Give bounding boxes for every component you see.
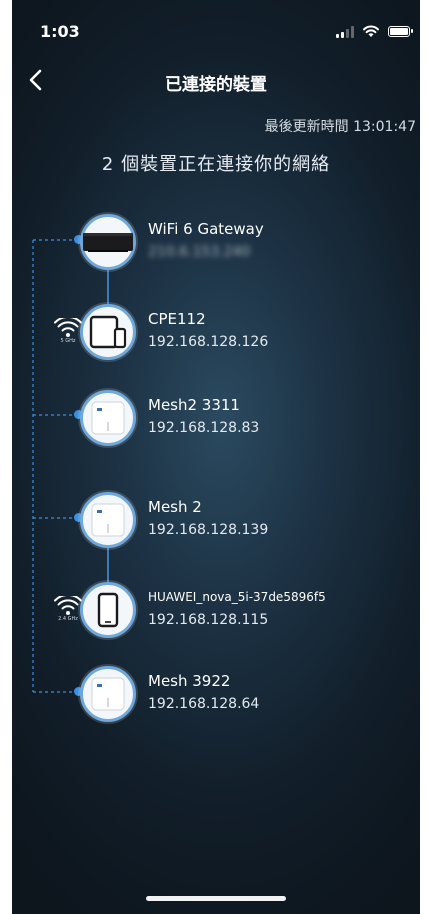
mesh-node-icon: [91, 503, 125, 537]
device-ip: 192.168.128.139: [148, 522, 269, 538]
device-avatar: [80, 214, 136, 270]
wifi-5ghz-badge: 5 GHz: [54, 316, 82, 348]
device-name: HUAWEI_nova_5i-37de5896f5: [148, 590, 326, 604]
device-name: Mesh2 3311: [148, 396, 240, 414]
tablet-phone-icon: [89, 315, 127, 349]
wifi-band-label: 5 GHz: [60, 338, 76, 344]
wifi-band-label: 2.4 GHz: [58, 616, 78, 622]
device-mesh-2[interactable]: Mesh 2 192.168.128.139: [80, 492, 410, 552]
device-wifi6-gateway[interactable]: WiFi 6 Gateway 210.6.153.240: [80, 214, 410, 274]
smartphone-icon: [97, 592, 119, 628]
device-mesh-3922[interactable]: Mesh 3922 192.168.128.64: [80, 666, 410, 726]
device-ip: 192.168.128.83: [148, 420, 260, 436]
device-avatar: [80, 304, 136, 360]
device-name: Mesh 3922: [148, 672, 231, 690]
app-screen: 1:03 已連接的裝置 最後更新時間 13:01:47 2 個裝置正在連接你的網…: [12, 0, 420, 914]
device-name: CPE112: [148, 310, 206, 328]
topology-lines: [32, 239, 109, 693]
wifi-icon: [54, 316, 82, 337]
device-ip: 192.168.128.126: [148, 334, 269, 350]
device-ip: 192.168.128.64: [148, 696, 260, 712]
wifi-2-4ghz-badge: 2.4 GHz: [54, 594, 82, 626]
device-cpe112[interactable]: CPE112 192.168.128.126: [80, 304, 410, 364]
home-indicator[interactable]: [146, 896, 286, 901]
device-avatar: [80, 582, 136, 638]
device-name: Mesh 2: [148, 498, 202, 516]
mesh-node-icon: [91, 401, 125, 435]
wifi-icon: [54, 594, 82, 615]
mesh-node-icon: [91, 677, 125, 711]
device-avatar: [80, 666, 136, 722]
device-name: WiFi 6 Gateway: [148, 220, 264, 238]
device-ip: 192.168.128.115: [148, 612, 269, 628]
device-mesh2-3311[interactable]: Mesh2 3311 192.168.128.83: [80, 390, 410, 450]
device-avatar: [80, 390, 136, 446]
gateway-router-icon: [83, 233, 133, 252]
device-avatar: [80, 492, 136, 548]
device-ip: 210.6.153.240: [148, 244, 251, 260]
device-huawei-nova[interactable]: HUAWEI_nova_5i-37de5896f5 192.168.128.11…: [80, 582, 410, 642]
